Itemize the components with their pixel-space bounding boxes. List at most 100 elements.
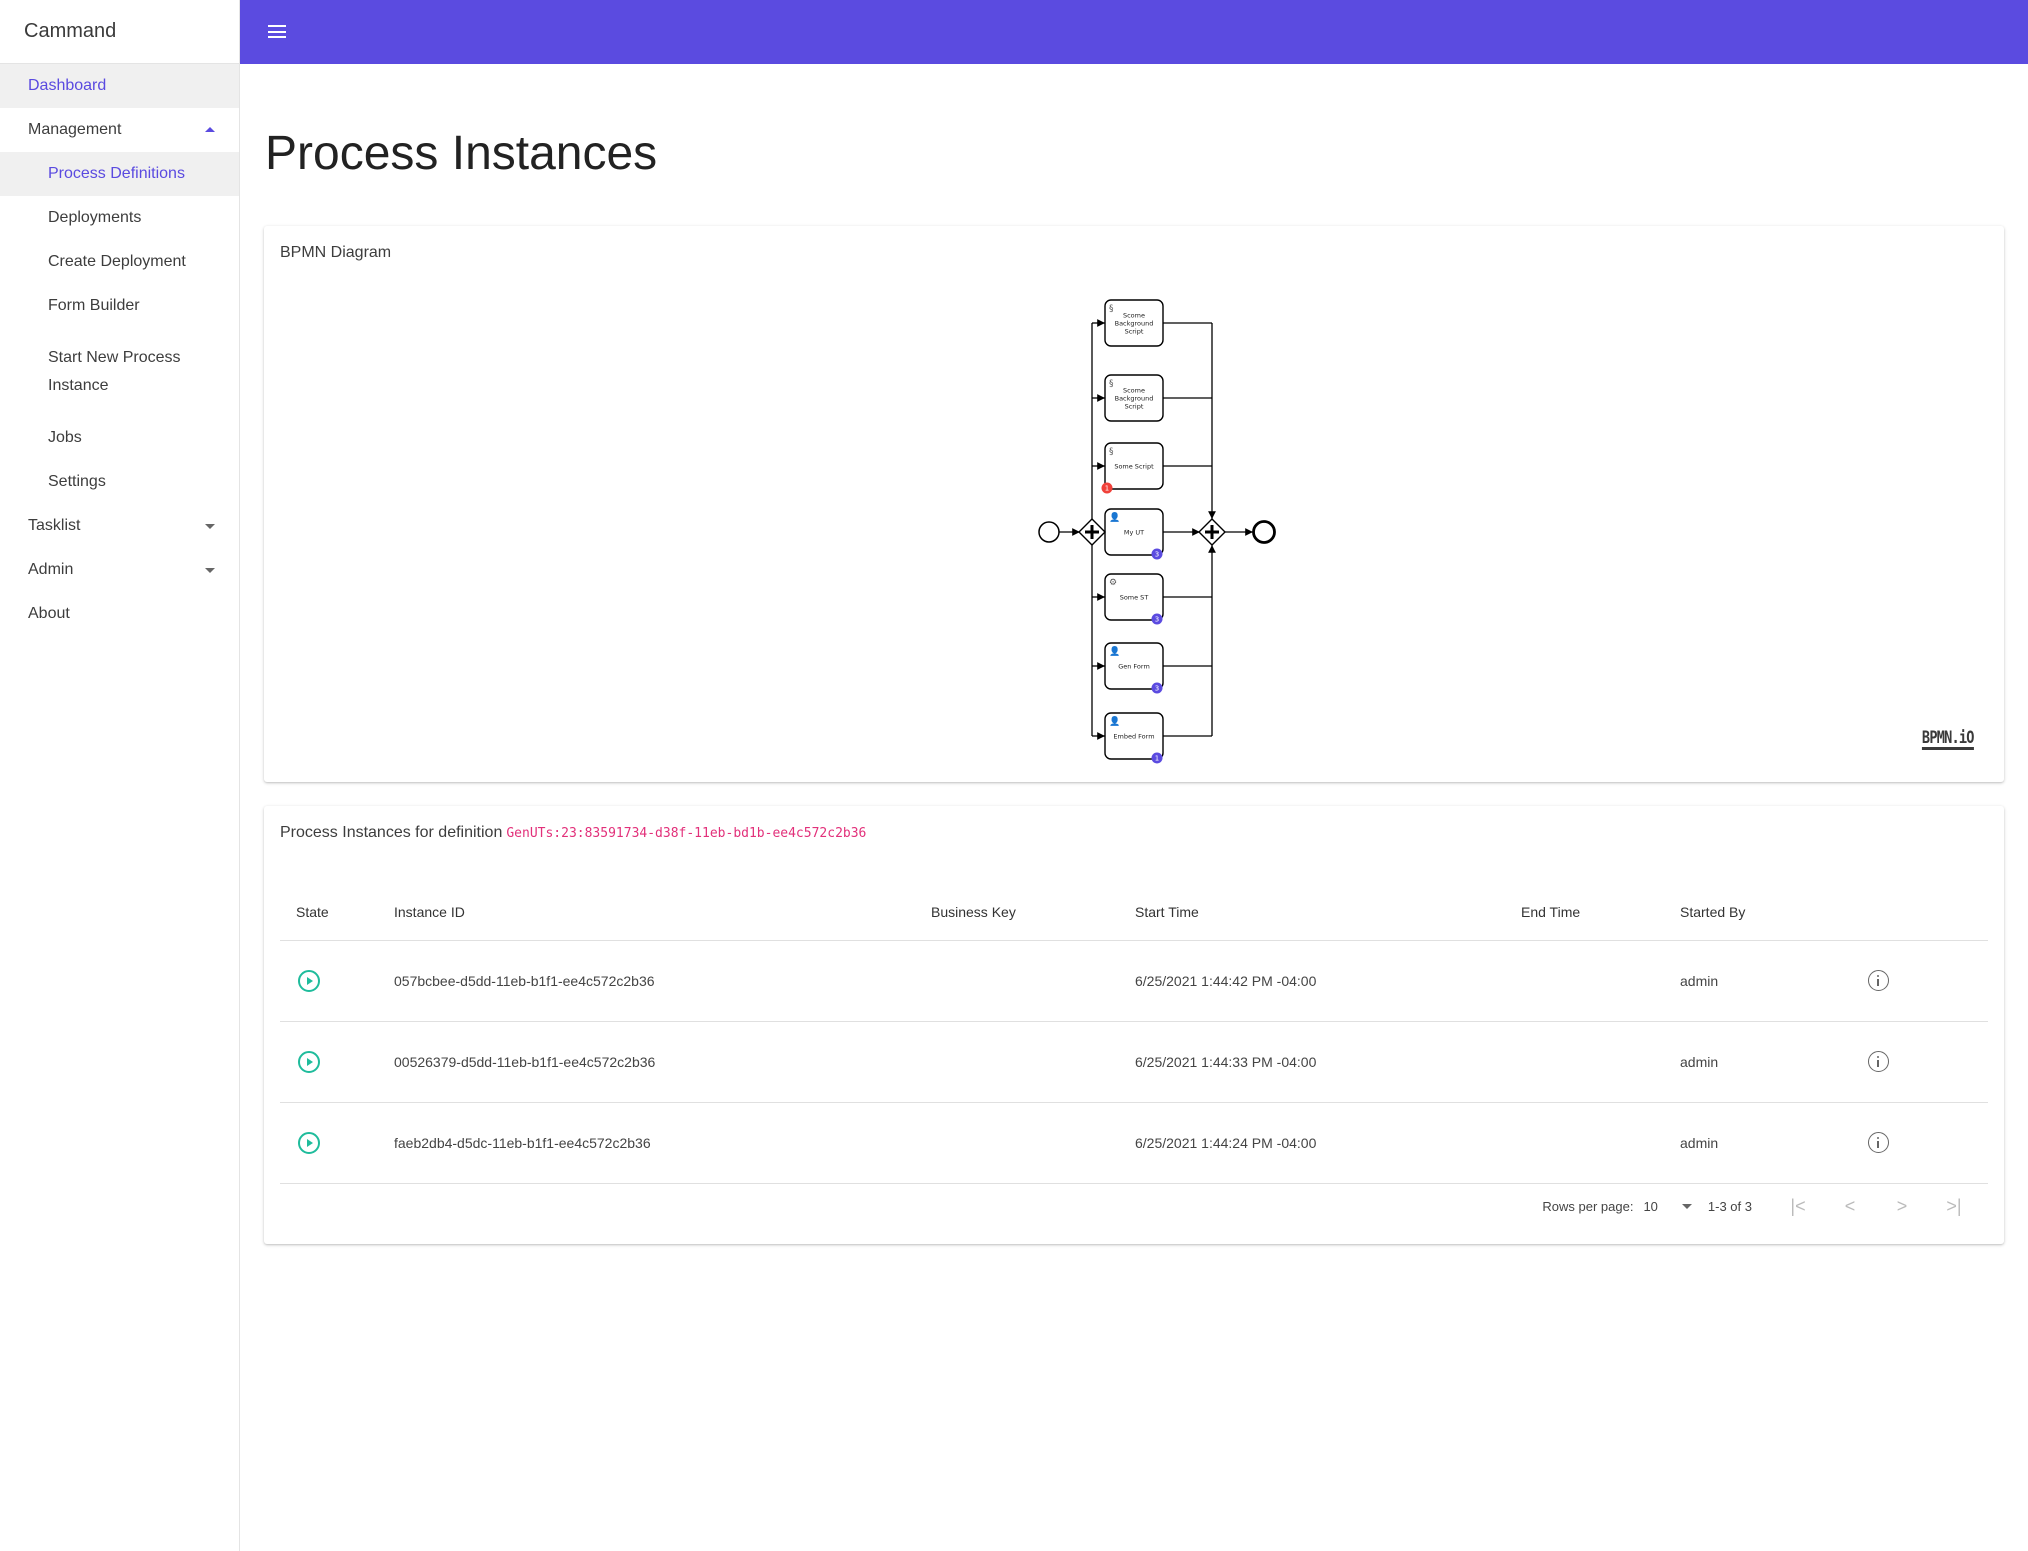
script-task-icon: § [1109,379,1114,389]
hamburger-icon[interactable] [268,25,286,38]
main-content: Process Instances § Scome Background Script… [240,64,2028,1551]
instances-table: State Instance ID Business Key Start Tim… [280,884,1988,1184]
sidebar-item-label: Tasklist [28,517,81,534]
instance-id[interactable]: 057bcbee-d5dd-11eb-b1f1-ee4c572c2b36 [394,940,931,1022]
sidebar-item-process-definitions[interactable]: Process Definitions [0,152,239,196]
end-time [1521,1021,1680,1103]
dropdown-arrow-icon [1681,1203,1692,1209]
first-page-button[interactable]: |< [1772,1196,1824,1217]
sidebar-item-admin[interactable]: Admin [0,548,239,592]
sidebar-item-label: Jobs [48,429,82,446]
table-row[interactable]: faeb2db4-d5dc-11eb-b1f1-ee4c572c2b36 6/2… [280,1102,1988,1184]
column-header-end-time[interactable]: End Time [1521,884,1680,941]
bpmn-task-label: My UT [1124,529,1144,537]
end-time [1521,940,1680,1022]
instances-heading: Process Instances for definition GenUTs:2… [280,824,866,842]
bpmn-diagram-card: § Scome Background Script § Scome Background Sc… [264,226,2004,782]
business-key [931,940,1135,1022]
previous-page-button[interactable]: < [1824,1196,1876,1217]
page-range: 1-3 of 3 [1707,1198,1752,1214]
caret-down-icon [205,524,215,529]
running-state-icon[interactable] [298,1050,320,1073]
column-header-instance-id[interactable]: Instance ID [394,884,931,941]
running-state-icon[interactable] [298,1131,320,1154]
bpmn-task-label: Gen Form [1118,663,1150,671]
instance-id[interactable]: faeb2db4-d5dc-11eb-b1f1-ee4c572c2b36 [394,1102,931,1184]
bpmn-task-label: Scome [1123,312,1145,320]
sidebar-item-settings[interactable]: Settings [0,460,239,504]
start-time: 6/25/2021 1:44:33 PM -04:00 [1135,1021,1521,1103]
bpmn-task-label: Some ST [1120,594,1149,602]
rows-per-page-select[interactable]: 10 [1643,1198,1692,1214]
end-time [1521,1102,1680,1184]
bpmn-task-label: Background [1115,395,1154,403]
column-header-start-time[interactable]: Start Time [1135,884,1521,941]
last-page-button[interactable]: >| [1928,1196,1980,1217]
user-task-icon: 👤 [1109,511,1120,523]
sidebar-item-jobs[interactable]: Jobs [0,416,239,460]
user-task-icon: 👤 [1109,645,1120,657]
script-task-icon: § [1109,304,1114,314]
service-task-icon: ⚙ [1109,578,1117,588]
sidebar-item-create-deployment[interactable]: Create Deployment [0,240,239,284]
sidebar-item-label: Management [28,121,122,138]
script-task-icon: § [1109,447,1114,457]
end-event [1252,520,1276,544]
start-time: 6/25/2021 1:44:24 PM -04:00 [1135,1102,1521,1184]
instance-id[interactable]: 00526379-d5dd-11eb-b1f1-ee4c572c2b36 [394,1021,931,1103]
sidebar-nav: Dashboard Management Process Definitions… [0,64,239,636]
sidebar-item-label: Start New Process Instance [48,349,181,394]
sidebar-item-management[interactable]: Management [0,108,239,152]
sidebar-item-label: Deployments [48,209,142,226]
start-event [1038,521,1060,543]
bpmn-card-title: BPMN Diagram [280,244,392,261]
sidebar-item-start-new-process-instance[interactable]: Start New Process Instance [0,328,239,416]
table-row[interactable]: 057bcbee-d5dd-11eb-b1f1-ee4c572c2b36 6/2… [280,940,1988,1022]
process-instances-card: Process Instances for definition GenUTs:2… [264,806,2004,1244]
info-icon[interactable] [1868,1051,1889,1072]
started-by: admin [1680,1021,1868,1103]
caret-down-icon [205,568,215,573]
column-header-started-by[interactable]: Started By [1680,884,1868,941]
page-title: Process Instances [265,127,658,180]
pagination: Rows per page: 10 1-3 of 3 |< < > >| [1542,1194,1980,1218]
bpmn-task-label: Scome [1123,387,1145,395]
table-row[interactable]: 00526379-d5dd-11eb-b1f1-ee4c572c2b36 6/2… [280,1021,1988,1103]
sidebar-item-tasklist[interactable]: Tasklist [0,504,239,548]
caret-up-icon [205,127,215,132]
info-icon[interactable] [1868,970,1889,991]
next-page-button[interactable]: > [1876,1196,1928,1217]
bpmn-diagram[interactable]: §ScomeBackgroundScript§ScomeBackgroundSc… [264,226,2004,782]
business-key [931,1102,1135,1184]
rows-per-page-label: Rows per page: [1542,1198,1634,1214]
business-key [931,1021,1135,1103]
instance-count-badge-label: 3 [1155,616,1159,624]
instance-count-badge-label: 1 [1155,755,1159,763]
app-title: Cammand [0,0,239,64]
instance-count-badge-label: 3 [1155,551,1159,559]
column-header-business-key[interactable]: Business Key [931,884,1135,941]
bpmn-io-logo[interactable]: BPMN.iO [1922,729,1975,750]
bpmn-task-label: Some Script [1114,463,1154,471]
bpmn-task-label: Script [1125,403,1144,411]
rows-per-page-value: 10 [1643,1198,1658,1214]
column-header-actions [1868,884,1988,941]
sidebar-item-label: Form Builder [48,297,140,314]
sidebar-item-label: Create Deployment [48,253,186,270]
running-state-icon[interactable] [298,969,320,992]
sidebar-item-deployments[interactable]: Deployments [0,196,239,240]
info-icon[interactable] [1868,1132,1889,1153]
sidebar-item-dashboard[interactable]: Dashboard [0,64,239,108]
sidebar-item-label: Settings [48,473,106,490]
bpmn-task-label: Script [1125,328,1144,336]
sidebar-item-label: Dashboard [28,77,107,94]
sidebar-item-form-builder[interactable]: Form Builder [0,284,239,328]
user-task-icon: 👤 [1109,715,1120,727]
top-app-bar [240,0,2028,64]
sidebar-item-label: Process Definitions [48,165,185,182]
instances-heading-label: Process Instances for definition [280,824,503,841]
column-header-state[interactable]: State [280,884,394,941]
table-header-row: State Instance ID Business Key Start Tim… [280,884,1988,941]
sidebar-item-about[interactable]: About [0,592,239,636]
definition-id: GenUTs:23:83591734-d38f-11eb-bd1b-ee4c57… [506,826,867,841]
